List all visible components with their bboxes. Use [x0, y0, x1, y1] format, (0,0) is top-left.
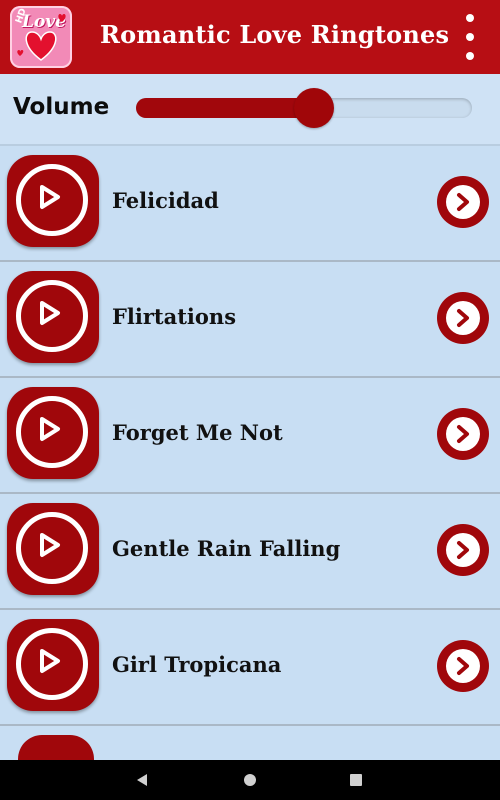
heart-icon [17, 14, 66, 61]
app-bar: HD Love Romantic Love Ringtones [0, 0, 500, 74]
system-nav-bar [0, 760, 500, 800]
play-button[interactable] [7, 387, 99, 479]
ringtone-title: Forget Me Not [112, 420, 283, 445]
play-button[interactable] [7, 271, 99, 363]
volume-slider[interactable] [136, 88, 472, 128]
chevron-right-icon [446, 301, 480, 335]
ringtone-row[interactable]: Flirtations [0, 262, 500, 378]
play-icon [16, 628, 88, 700]
open-ringtone-button[interactable] [437, 292, 489, 344]
play-icon [16, 280, 88, 352]
ringtone-title: Girl Tropicana [112, 652, 282, 677]
ringtone-list: Felicidad Flirtations Forget Me Not Gentle … [0, 146, 500, 726]
ringtone-row[interactable]: Forget Me Not [0, 378, 500, 494]
chevron-right-icon [446, 417, 480, 451]
chevron-right-icon [446, 185, 480, 219]
ringtone-title: Gentle Rain Falling [112, 536, 341, 561]
open-ringtone-button[interactable] [437, 640, 489, 692]
ringtone-row[interactable]: Felicidad [0, 146, 500, 262]
play-button-partial[interactable] [18, 735, 94, 761]
play-button[interactable] [7, 503, 99, 595]
ringtone-row[interactable]: Girl Tropicana [0, 610, 500, 726]
app-logo: HD Love [10, 6, 72, 68]
app-title: Romantic Love Ringtones [100, 20, 450, 49]
volume-slider-thumb[interactable] [294, 88, 335, 128]
chevron-right-icon [446, 649, 480, 683]
volume-panel: Volume [0, 74, 500, 146]
recent-square-icon[interactable] [350, 774, 362, 786]
ringtone-title: Flirtations [112, 304, 237, 329]
volume-slider-fill [136, 98, 315, 118]
home-circle-icon[interactable] [244, 774, 256, 786]
open-ringtone-button[interactable] [437, 408, 489, 460]
play-icon [16, 396, 88, 468]
more-vert-icon[interactable] [458, 14, 482, 60]
open-ringtone-button[interactable] [437, 524, 489, 576]
play-button[interactable] [7, 619, 99, 711]
chevron-right-icon [446, 533, 480, 567]
back-triangle-icon[interactable] [136, 773, 148, 787]
play-icon [16, 164, 88, 236]
play-icon [16, 512, 88, 584]
volume-label: Volume [13, 94, 110, 120]
play-button[interactable] [7, 155, 99, 247]
ringtone-row[interactable]: Gentle Rain Falling [0, 494, 500, 610]
open-ringtone-button[interactable] [437, 176, 489, 228]
ringtone-title: Felicidad [112, 188, 219, 213]
